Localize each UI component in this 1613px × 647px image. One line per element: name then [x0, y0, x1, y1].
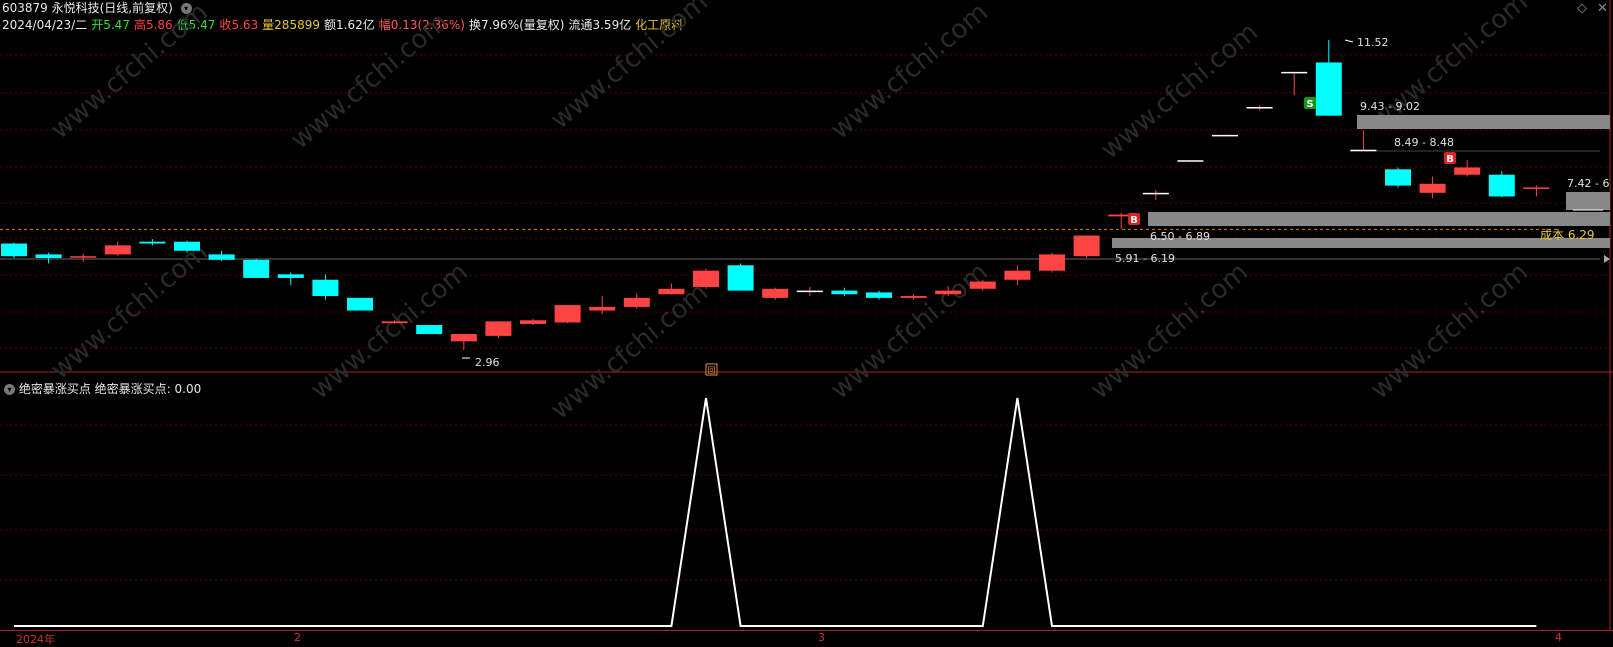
candle-body — [796, 290, 823, 293]
candle-body — [347, 297, 373, 311]
watermark-text: www.cfchi.com — [545, 0, 714, 135]
zone-bar — [1148, 212, 1610, 226]
candle-body — [831, 290, 858, 295]
candle-body — [762, 288, 789, 298]
candle-body — [1385, 169, 1411, 186]
kline-chart[interactable]: www.cfchi.com www.cfchi.com www.cfchi.com w… — [0, 0, 1613, 630]
candle-body — [1523, 187, 1550, 189]
marker-text: 回 — [708, 366, 716, 375]
candle-body — [312, 279, 339, 297]
zone-bar — [1566, 192, 1610, 210]
x-axis-line — [0, 630, 1613, 631]
zone-label: 9.43 - 9.02 — [1360, 100, 1420, 113]
cost-label: 成本 6.29 — [1540, 228, 1595, 242]
candle-body — [1488, 174, 1515, 197]
price-marker-icon — [1604, 255, 1610, 263]
low-price-label: 2.96 — [475, 356, 500, 369]
x-axis-label: 3 — [818, 631, 825, 644]
candle-body — [1039, 254, 1065, 271]
watermark-text: www.cfchi.com — [305, 257, 474, 405]
candle-body — [35, 254, 62, 259]
candle-body — [900, 296, 927, 298]
candle-body — [693, 270, 719, 287]
candle-body — [969, 281, 996, 289]
sell-signal-badge-text: S — [1306, 99, 1313, 110]
x-axis-label: 2024年 — [16, 633, 55, 646]
watermark-text: www.cfchi.com — [285, 7, 454, 155]
watermark-text: www.cfchi.com — [1095, 17, 1264, 165]
candle-body — [1454, 167, 1481, 175]
candle-body — [1073, 235, 1100, 257]
x-axis-label: 2 — [294, 631, 301, 644]
candle-body — [1004, 270, 1031, 280]
candle-body — [623, 297, 650, 307]
watermark-text: www.cfchi.com — [45, 0, 214, 145]
candle-body — [208, 254, 235, 260]
grid-lines — [0, 0, 1613, 630]
candle-body — [520, 320, 546, 324]
candle-body — [70, 256, 97, 258]
candle-body — [277, 274, 304, 278]
indicator-series — [14, 397, 1537, 627]
candle-body — [139, 241, 166, 244]
candle-body — [381, 321, 408, 324]
candle-body — [416, 325, 443, 335]
high-price-label: 11.52 — [1357, 36, 1389, 49]
candle-body — [104, 245, 131, 255]
candle-body — [1212, 134, 1238, 137]
arrow-icon — [1344, 39, 1354, 43]
x-axis: 2024年 2 3 4 — [0, 630, 1613, 647]
candle-body — [1, 243, 27, 257]
x-axis-label: 4 — [1555, 631, 1562, 644]
buy-signal-badge-text: B — [1446, 154, 1454, 165]
zone-label: 7.42 - 6 — [1567, 177, 1609, 190]
candle-body — [935, 290, 962, 295]
candle-body — [1419, 183, 1446, 193]
zone-label: 6.50 - 6.89 — [1150, 230, 1210, 243]
zone-label: 8.49 - 8.48 — [1394, 136, 1454, 149]
candle-body — [485, 321, 512, 336]
indicator-line — [14, 397, 1537, 627]
candle-body — [1350, 149, 1377, 152]
candle-body — [589, 306, 616, 311]
candle-body — [1142, 192, 1169, 195]
candle-body — [450, 334, 477, 342]
candle-body — [243, 259, 270, 278]
indicator-title: ▾ 绝密暴涨买点 绝密暴涨买点: 0.00 — [4, 380, 201, 397]
candle-series — [1, 40, 1550, 350]
buy-signal-badge-text: B — [1130, 215, 1138, 226]
candle-body — [1315, 62, 1342, 116]
candle-body — [174, 241, 200, 251]
candle-body — [1246, 106, 1273, 109]
candle-body — [554, 305, 581, 323]
chip-zones — [1112, 115, 1610, 248]
candle-body — [727, 265, 754, 291]
zone-label: 5.91 - 6.19 — [1115, 252, 1175, 265]
candle-body — [1281, 71, 1308, 74]
indicator-title-text: 绝密暴涨买点 绝密暴涨买点: 0.00 — [18, 382, 202, 396]
candle-body — [1177, 160, 1204, 162]
watermark-text: www.cfchi.com — [1365, 257, 1534, 405]
zone-bar — [1357, 115, 1610, 129]
watermark-text: www.cfchi.com — [825, 257, 994, 405]
watermark-text: www.cfchi.com — [825, 0, 994, 145]
candle-body — [866, 292, 892, 298]
chevron-down-icon[interactable]: ▾ — [4, 384, 15, 395]
watermark-text: www.cfchi.com — [1085, 257, 1254, 405]
candle-body — [658, 288, 685, 295]
